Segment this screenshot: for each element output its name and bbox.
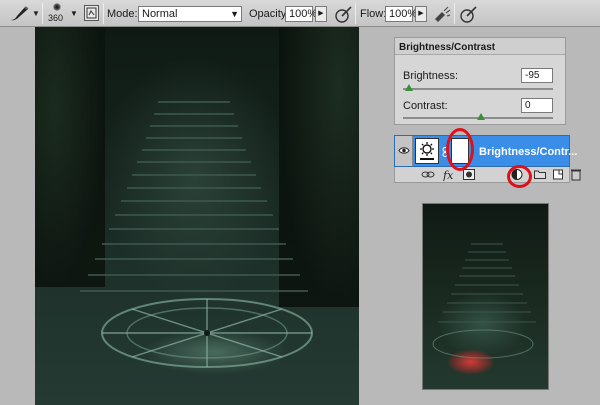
contrast-label: Contrast: (403, 100, 448, 112)
highlight-ring-mask (446, 128, 474, 171)
brightness-input[interactable]: -95 (521, 68, 553, 83)
document-canvas[interactable] (35, 27, 359, 405)
stairs-image (80, 101, 308, 292)
layers-panel-footer: fx (394, 167, 581, 183)
brightness-slider-thumb[interactable] (405, 84, 413, 91)
mode-select[interactable]: Normal ▼ (138, 6, 242, 22)
chevron-down-icon: ▼ (230, 9, 239, 19)
brush-size-value[interactable]: 360 (48, 13, 63, 23)
adjustment-layer-thumbnail[interactable] (415, 138, 439, 164)
brush-picker-caret-icon[interactable]: ▼ (70, 9, 78, 18)
contrast-input[interactable]: 0 (521, 98, 553, 113)
adjustments-panel: Brightness/Contrast Brightness: -95 Cont… (394, 37, 566, 125)
flow-slider-arrow-icon[interactable]: ▶ (415, 6, 427, 22)
toolbar-divider (103, 3, 104, 24)
airbrush-icon[interactable] (432, 4, 452, 24)
opacity-slider-arrow-icon[interactable]: ▶ (315, 6, 327, 22)
mode-select-value: Normal (142, 8, 178, 20)
opacity-label: Opacity: (249, 8, 290, 20)
brightness-sun-icon (420, 142, 434, 160)
highlight-ring-adjustment-button (507, 165, 532, 188)
toolbar-divider (454, 3, 455, 24)
layer-name[interactable]: Brightness/Contr... (479, 146, 577, 158)
trash-icon[interactable] (569, 168, 583, 181)
new-group-icon[interactable] (533, 168, 547, 181)
brush-tip-icon[interactable] (53, 3, 61, 11)
tool-preset-caret-icon[interactable]: ▼ (32, 9, 40, 18)
flow-input[interactable]: 100% (385, 6, 417, 22)
toolbar-divider (355, 3, 356, 24)
brush-panel-toggle-icon[interactable] (84, 5, 99, 21)
contrast-slider-thumb[interactable] (477, 113, 485, 120)
brush-tool-icon[interactable] (8, 4, 32, 23)
mask-preview-image (422, 203, 549, 390)
new-layer-icon[interactable] (551, 168, 565, 181)
toolbar-divider (42, 3, 43, 24)
eye-icon (398, 147, 410, 154)
adjustment-title: Brightness/Contrast (399, 42, 496, 53)
mode-label: Mode: (107, 8, 138, 20)
tablet-pressure-size-icon[interactable] (459, 4, 479, 24)
link-layers-icon[interactable] (421, 168, 435, 181)
svg-text:fx: fx (443, 169, 454, 181)
options-toolbar: ▼ 360 ▼ Mode: Normal ▼ Opacity: 100% ▶ F… (0, 0, 600, 27)
opacity-input[interactable]: 100% (285, 6, 317, 22)
layer-visibility-toggle[interactable] (395, 136, 413, 166)
tablet-pressure-opacity-icon[interactable] (334, 4, 354, 24)
layer-row-brightness-contrast[interactable]: Brightness/Contr... (394, 135, 577, 167)
brightness-slider-track[interactable] (403, 88, 553, 90)
brightness-label: Brightness: (403, 70, 459, 82)
flow-label: Flow: (360, 8, 387, 20)
compass-floor-image (101, 298, 313, 368)
preview-stairs-image (432, 243, 536, 359)
